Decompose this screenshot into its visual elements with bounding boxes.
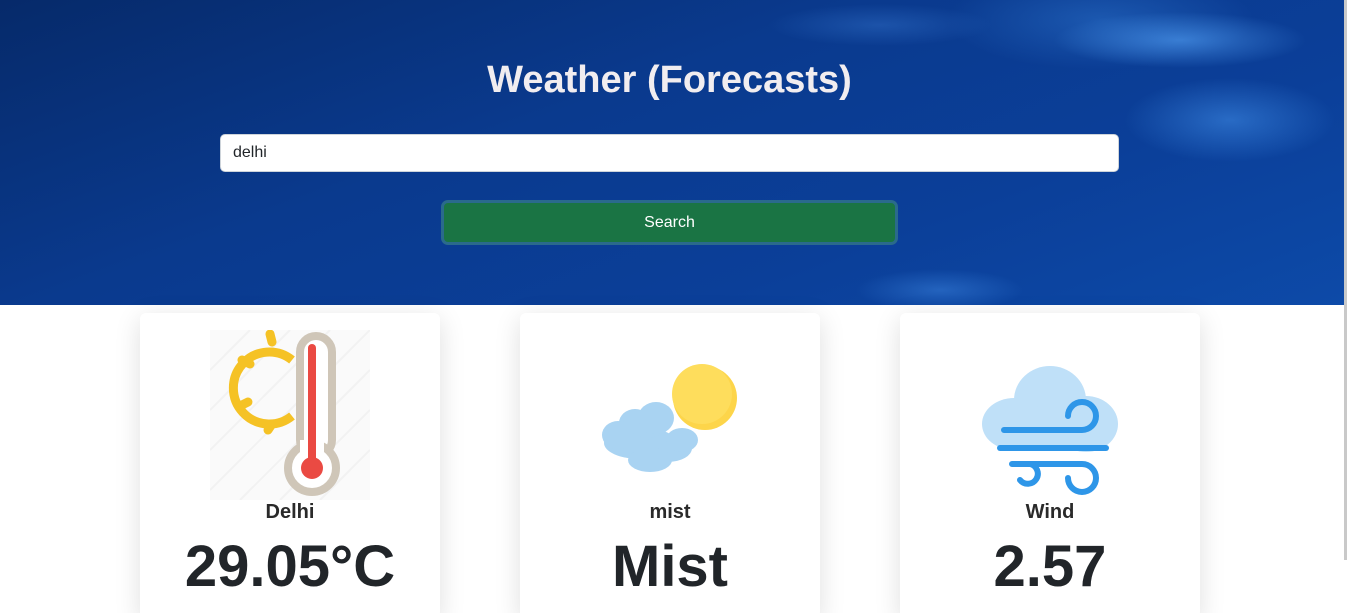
cloud-wind-icon xyxy=(982,366,1118,495)
condition-card: mist Mist xyxy=(520,313,820,613)
wind-card: Wind 2.57 xyxy=(900,313,1200,613)
condition-value: Mist xyxy=(612,534,728,599)
condition-description: mist xyxy=(649,501,691,523)
search-button[interactable]: Search xyxy=(441,200,898,245)
temperature-value: 29.05°C xyxy=(184,534,396,599)
cloud-sun-icon xyxy=(602,364,737,472)
thermometer-sun-icon xyxy=(210,330,370,500)
page-title: Weather (Forecasts) xyxy=(487,59,852,101)
city-name: Delhi xyxy=(265,501,315,523)
wind-label: Wind xyxy=(1025,501,1075,523)
temperature-card: Delhi 29.05°C xyxy=(140,313,440,613)
search-input[interactable] xyxy=(220,134,1119,172)
wind-value: 2.57 xyxy=(993,534,1107,599)
